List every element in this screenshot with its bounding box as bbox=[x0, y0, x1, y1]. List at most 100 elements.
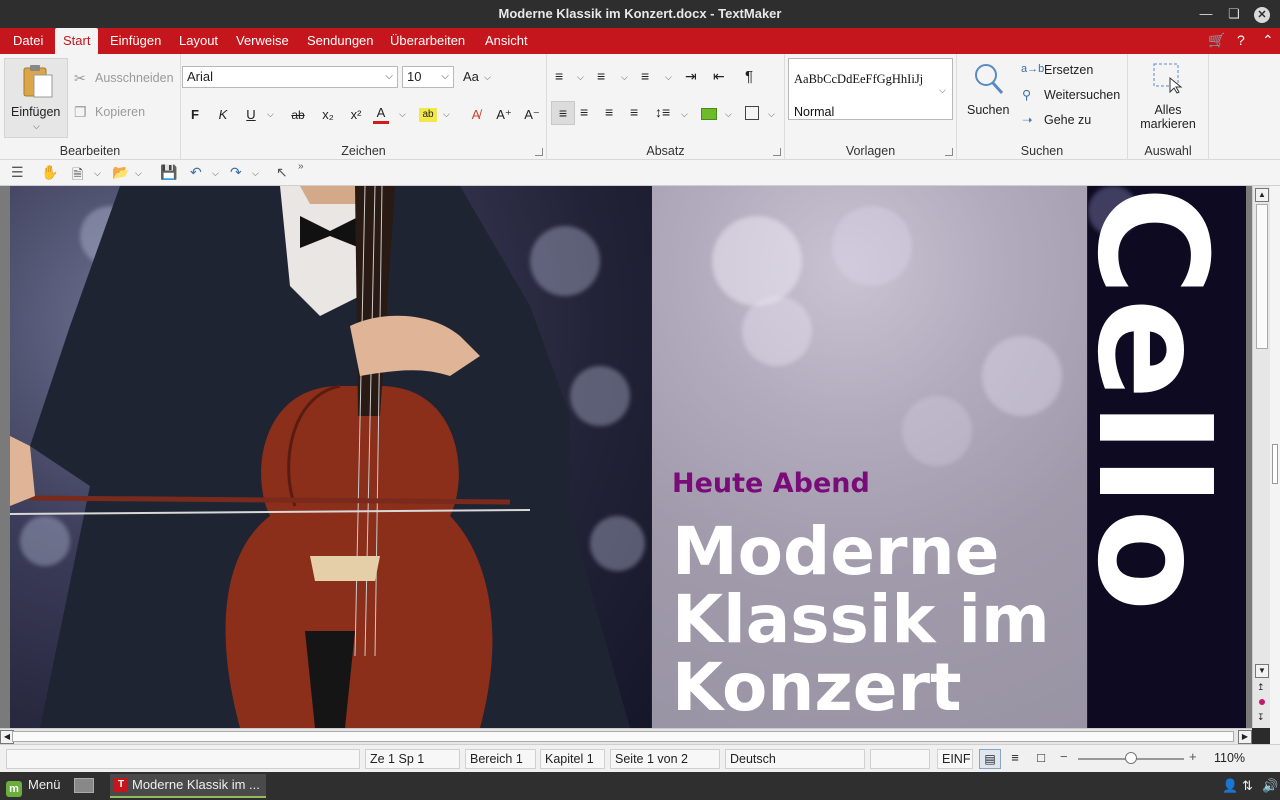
document-page[interactable]: Heute Abend Moderne Klassik im Konzert C… bbox=[10, 186, 1246, 728]
next-page-icon[interactable]: ↧ bbox=[1257, 712, 1265, 723]
copy-button[interactable]: Kopieren bbox=[95, 105, 145, 119]
new-document-icon[interactable]: 🗎 bbox=[72, 164, 83, 188]
font-color-button[interactable]: A bbox=[373, 104, 389, 124]
maximize-button[interactable]: ❏ bbox=[1224, 4, 1244, 24]
browse-object-icon[interactable] bbox=[1259, 699, 1265, 705]
help-icon[interactable]: ? bbox=[1237, 32, 1245, 48]
close-button[interactable]: ✕ bbox=[1252, 4, 1272, 24]
menu-einfuegen[interactable]: Einfügen bbox=[110, 28, 161, 54]
find-next-button[interactable]: Weitersuchen bbox=[1044, 88, 1120, 102]
font-name-combo[interactable]: Arial ⌵ bbox=[182, 66, 398, 88]
outline-view-icon[interactable]: ≡ bbox=[1005, 750, 1025, 765]
minimize-button[interactable]: — bbox=[1196, 4, 1216, 24]
line-spacing-icon[interactable]: ↕≡ bbox=[655, 104, 670, 120]
clear-format-icon[interactable]: A̸ bbox=[467, 104, 485, 126]
chevron-down-icon[interactable]: ⌵ bbox=[665, 72, 672, 83]
network-icon[interactable]: ⇅ bbox=[1242, 778, 1253, 794]
redo-icon[interactable]: ↷ bbox=[230, 164, 242, 181]
user-icon[interactable]: 👤 bbox=[1222, 778, 1238, 794]
dialog-launcher-icon[interactable] bbox=[945, 148, 953, 156]
zoom-out-icon[interactable]: − bbox=[1060, 749, 1068, 764]
align-center-icon[interactable]: ≡ bbox=[580, 104, 588, 120]
cut-button[interactable]: Ausschneiden bbox=[95, 71, 174, 85]
taskbar-window-button[interactable]: T Moderne Klassik im ... bbox=[110, 774, 266, 798]
chevron-down-icon[interactable]: ⌵ bbox=[443, 109, 450, 120]
sidebar-handle[interactable] bbox=[1272, 444, 1278, 484]
menu-sendungen[interactable]: Sendungen bbox=[307, 28, 374, 54]
normal-view-icon[interactable]: ▤ bbox=[979, 749, 1001, 769]
underline-button[interactable]: U bbox=[244, 104, 258, 126]
chevron-down-icon[interactable]: ⌵ bbox=[768, 109, 775, 120]
open-folder-icon[interactable]: 📂 bbox=[112, 164, 129, 181]
decrease-indent-icon[interactable]: ⇤ bbox=[713, 68, 725, 85]
multilevel-list-icon[interactable]: ≡ bbox=[641, 68, 649, 84]
chevron-down-icon[interactable]: ⌵ bbox=[484, 72, 491, 83]
justify-icon[interactable]: ≡ bbox=[630, 104, 638, 120]
change-case-icon[interactable]: Aa bbox=[463, 69, 479, 84]
dialog-launcher-icon[interactable] bbox=[773, 148, 781, 156]
vertical-scrollbar[interactable]: ▲ ▼ ↥ ↧ bbox=[1252, 186, 1270, 728]
grow-font-icon[interactable]: A⁺ bbox=[495, 104, 513, 126]
more-icon[interactable]: » bbox=[298, 161, 304, 172]
subscript-button[interactable]: x₂ bbox=[319, 104, 337, 126]
borders-icon[interactable] bbox=[745, 106, 759, 120]
menu-start[interactable]: Start bbox=[55, 28, 99, 54]
numbered-list-icon[interactable]: ≡ bbox=[597, 68, 605, 84]
chevron-down-icon[interactable]: ⌵ bbox=[267, 109, 274, 120]
scroll-down-icon[interactable]: ▼ bbox=[1255, 664, 1269, 678]
paste-button[interactable]: Einfügen ⌵ bbox=[4, 58, 68, 138]
show-desktop-icon[interactable] bbox=[74, 778, 94, 793]
shading-icon[interactable] bbox=[701, 108, 717, 120]
menu-ueberarbeiten[interactable]: Überarbeiten bbox=[390, 28, 465, 54]
chevron-down-icon[interactable]: ⌵ bbox=[577, 72, 584, 83]
scroll-thumb[interactable] bbox=[12, 731, 1234, 742]
menu-datei[interactable]: Datei bbox=[13, 28, 43, 54]
previous-page-icon[interactable]: ↥ bbox=[1257, 682, 1265, 693]
zoom-in-icon[interactable]: + bbox=[1189, 749, 1197, 764]
chevron-down-icon[interactable]: ⌵ bbox=[399, 109, 406, 120]
zoom-knob[interactable] bbox=[1125, 752, 1137, 764]
chevron-down-icon[interactable]: ⌵ bbox=[725, 109, 732, 120]
menu-ansicht[interactable]: Ansicht bbox=[485, 28, 528, 54]
select-all-button[interactable]: Alles markieren bbox=[1128, 103, 1208, 131]
increase-indent-icon[interactable]: ⇥ bbox=[685, 68, 697, 85]
scroll-thumb[interactable] bbox=[1256, 204, 1268, 349]
zoom-level[interactable]: 110% bbox=[1214, 751, 1245, 765]
italic-button[interactable]: K bbox=[216, 104, 230, 126]
superscript-button[interactable]: x² bbox=[347, 104, 365, 126]
save-icon[interactable]: 💾 bbox=[160, 164, 177, 181]
undo-icon[interactable]: ↶ bbox=[190, 164, 202, 181]
pointer-icon[interactable]: ↖ bbox=[276, 164, 288, 181]
shrink-font-icon[interactable]: A⁻ bbox=[523, 104, 541, 126]
ribbon-collapse-icon[interactable]: ⌃ bbox=[1262, 32, 1274, 49]
highlight-icon[interactable]: ab bbox=[419, 108, 437, 122]
font-size-combo[interactable]: 10 ⌵ bbox=[402, 66, 454, 88]
chevron-down-icon[interactable]: ⌵ bbox=[212, 168, 219, 179]
menu-verweise[interactable]: Verweise bbox=[236, 28, 289, 54]
start-menu-button[interactable]: m Menü bbox=[6, 777, 61, 797]
chevron-down-icon[interactable]: ⌵ bbox=[681, 109, 688, 120]
style-gallery[interactable]: AaBbCcDdEeFfGgHhIiJj Normal ⌵ bbox=[788, 58, 953, 120]
dialog-launcher-icon[interactable] bbox=[535, 148, 543, 156]
chevron-down-icon[interactable]: ⌵ bbox=[441, 67, 449, 87]
chevron-down-icon[interactable]: ⌵ bbox=[135, 168, 142, 179]
status-language[interactable]: Deutsch bbox=[725, 749, 865, 769]
scroll-right-icon[interactable]: ▶ bbox=[1238, 730, 1252, 744]
hand-icon[interactable]: ✋ bbox=[41, 164, 58, 181]
page-view-icon[interactable]: □ bbox=[1031, 750, 1051, 765]
chevron-down-icon[interactable]: ⌵ bbox=[252, 168, 259, 179]
chevron-down-icon[interactable]: ⌵ bbox=[939, 85, 946, 96]
pilcrow-icon[interactable]: ¶ bbox=[745, 68, 753, 85]
horizontal-scrollbar[interactable]: ◀ ▶ bbox=[0, 728, 1252, 744]
align-right-icon[interactable]: ≡ bbox=[605, 104, 613, 120]
replace-button[interactable]: Ersetzen bbox=[1044, 63, 1093, 77]
strikethrough-button[interactable]: ab bbox=[289, 104, 307, 126]
bold-button[interactable]: F bbox=[188, 104, 202, 126]
hamburger-menu-icon[interactable]: ☰ bbox=[11, 164, 24, 181]
menu-layout[interactable]: Layout bbox=[179, 28, 218, 54]
volume-icon[interactable]: 🔊 bbox=[1262, 778, 1278, 794]
search-button[interactable]: Suchen bbox=[967, 103, 1009, 117]
status-mode[interactable]: EINF bbox=[937, 749, 973, 769]
scroll-up-icon[interactable]: ▲ bbox=[1255, 188, 1269, 202]
chevron-down-icon[interactable]: ⌵ bbox=[385, 67, 393, 87]
